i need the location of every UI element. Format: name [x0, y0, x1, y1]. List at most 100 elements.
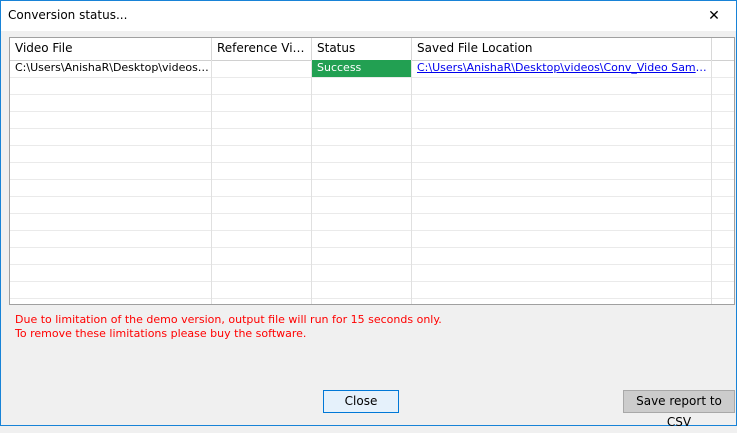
table-row[interactable]: C:\Users\AnishaR\Desktop\videos\Vi... Su… — [10, 60, 734, 78]
empty-cell — [412, 213, 712, 230]
empty-table-row — [10, 298, 734, 304]
empty-cell — [312, 111, 412, 128]
empty-cell — [212, 162, 312, 179]
empty-cell — [412, 196, 712, 213]
empty-cell — [10, 264, 212, 281]
empty-cell — [312, 298, 412, 304]
grid-header: Video File Reference Video... Status Sav… — [10, 38, 734, 61]
empty-cell — [312, 145, 412, 162]
cell-reference-video[interactable] — [212, 60, 312, 77]
empty-table-row — [10, 264, 734, 282]
empty-cell — [712, 145, 734, 162]
demo-limitation-notice: Due to limitation of the demo version, o… — [15, 313, 442, 326]
title-bar: Conversion status... ✕ — [1, 1, 736, 31]
empty-cell — [212, 111, 312, 128]
empty-cell — [212, 94, 312, 111]
empty-cell — [212, 77, 312, 94]
cell-video-file[interactable]: C:\Users\AnishaR\Desktop\videos\Vi... — [10, 60, 212, 77]
empty-table-row — [10, 128, 734, 146]
empty-cell — [10, 128, 212, 145]
empty-cell — [412, 247, 712, 264]
empty-cell — [212, 196, 312, 213]
cell-saved-file-link[interactable]: C:\Users\AnishaR\Desktop\videos\Conv_Vid… — [412, 60, 712, 77]
empty-cell — [712, 213, 734, 230]
empty-table-row — [10, 281, 734, 299]
empty-cell — [10, 111, 212, 128]
empty-cell — [412, 111, 712, 128]
empty-cell — [10, 298, 212, 304]
empty-cell — [10, 94, 212, 111]
empty-cell — [712, 179, 734, 196]
empty-cell — [412, 179, 712, 196]
empty-table-row — [10, 213, 734, 231]
column-header-saved-file-location[interactable]: Saved File Location — [412, 38, 712, 60]
empty-cell — [712, 77, 734, 94]
empty-cell — [412, 281, 712, 298]
conversion-results-grid[interactable]: Video File Reference Video... Status Sav… — [9, 37, 735, 305]
empty-cell — [312, 162, 412, 179]
empty-cell — [10, 230, 212, 247]
empty-cell — [712, 128, 734, 145]
empty-cell — [212, 213, 312, 230]
empty-cell — [10, 247, 212, 264]
empty-cell — [412, 264, 712, 281]
empty-cell — [10, 196, 212, 213]
empty-cell — [712, 247, 734, 264]
empty-table-row — [10, 162, 734, 180]
empty-table-row — [10, 230, 734, 248]
empty-cell — [312, 281, 412, 298]
empty-cell — [412, 128, 712, 145]
empty-cell — [412, 162, 712, 179]
empty-cell — [312, 77, 412, 94]
empty-cell — [312, 94, 412, 111]
empty-cell — [10, 77, 212, 94]
column-header-filler — [712, 38, 734, 60]
window-title: Conversion status... — [8, 8, 128, 22]
empty-table-row — [10, 247, 734, 265]
column-header-reference-video[interactable]: Reference Video... — [212, 38, 312, 60]
empty-cell — [712, 111, 734, 128]
buy-software-notice: To remove these limitations please buy t… — [15, 327, 307, 340]
empty-cell — [712, 94, 734, 111]
empty-cell — [212, 298, 312, 304]
column-header-status[interactable]: Status — [312, 38, 412, 60]
empty-cell — [212, 179, 312, 196]
cell-status-success[interactable]: Success — [312, 60, 412, 77]
column-header-video-file[interactable]: Video File — [10, 38, 212, 60]
empty-cell — [312, 264, 412, 281]
close-icon[interactable]: ✕ — [692, 1, 736, 31]
empty-cell — [412, 145, 712, 162]
empty-cell — [412, 230, 712, 247]
empty-cell — [212, 128, 312, 145]
save-report-csv-button[interactable]: Save report to CSV — [623, 390, 735, 429]
empty-cell — [10, 162, 212, 179]
empty-cell — [212, 281, 312, 298]
close-button[interactable]: Close — [323, 390, 399, 413]
empty-cell — [712, 196, 734, 213]
empty-cell — [312, 196, 412, 213]
empty-cell — [212, 247, 312, 264]
empty-table-row — [10, 111, 734, 129]
empty-cell — [10, 145, 212, 162]
empty-cell — [10, 281, 212, 298]
empty-cell — [312, 128, 412, 145]
empty-cell — [712, 264, 734, 281]
empty-cell — [312, 247, 412, 264]
empty-cell — [712, 298, 734, 304]
empty-cell — [712, 230, 734, 247]
empty-cell — [10, 213, 212, 230]
empty-cell — [212, 230, 312, 247]
empty-cell — [312, 213, 412, 230]
empty-cell — [712, 281, 734, 298]
empty-cell — [412, 77, 712, 94]
empty-cell — [412, 298, 712, 304]
empty-cell — [10, 179, 212, 196]
empty-table-row — [10, 94, 734, 112]
empty-cell — [212, 145, 312, 162]
conversion-status-dialog: Conversion status... ✕ Video File Refere… — [0, 0, 737, 429]
empty-table-row — [10, 179, 734, 197]
empty-table-row — [10, 145, 734, 163]
empty-cell — [312, 230, 412, 247]
empty-cell — [712, 162, 734, 179]
empty-cell — [412, 94, 712, 111]
